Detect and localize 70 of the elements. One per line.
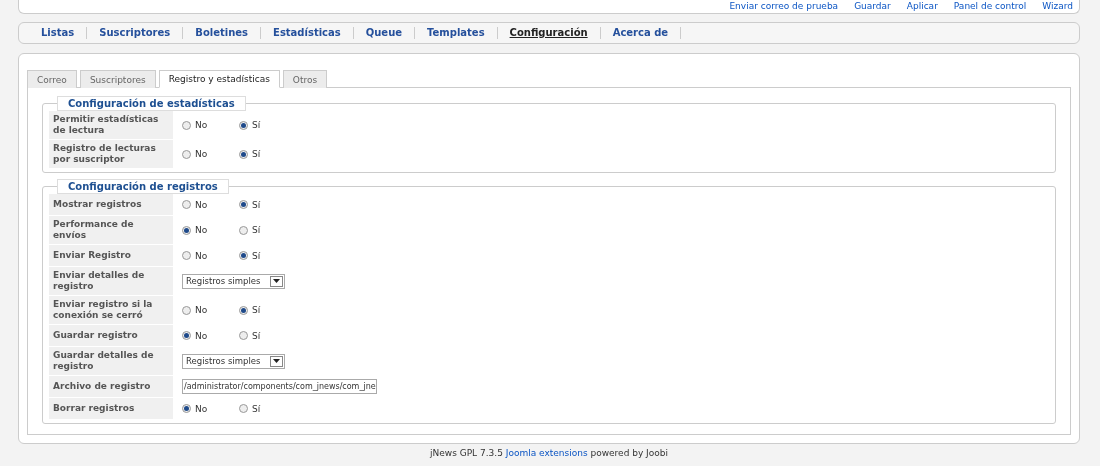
- toolbar-link[interactable]: Wizard: [1042, 1, 1073, 12]
- setting-label: Registro de lecturas por suscriptor: [49, 140, 173, 168]
- setting-label: Borrar registros: [49, 398, 173, 419]
- radio-icon[interactable]: [239, 149, 248, 159]
- setting-label: Performance de envíos: [49, 216, 173, 244]
- tab[interactable]: Correo: [27, 70, 77, 88]
- radio-icon[interactable]: [182, 120, 191, 130]
- radio-icon[interactable]: [239, 225, 248, 235]
- radio-option[interactable]: Sí: [239, 149, 296, 159]
- fieldset-legend: Configuración de estadísticas: [57, 96, 246, 111]
- toolbar-link[interactable]: Guardar: [854, 1, 891, 12]
- radio-icon[interactable]: [182, 200, 191, 209]
- radio-icon[interactable]: [239, 200, 248, 209]
- radio-option[interactable]: No: [182, 225, 239, 235]
- footer-text: jNews GPL 7.3.5: [430, 448, 504, 458]
- radio-option[interactable]: No: [182, 403, 239, 414]
- radio-option[interactable]: Sí: [239, 120, 296, 130]
- radio-icon[interactable]: [239, 404, 248, 413]
- radio-option[interactable]: Sí: [239, 403, 296, 414]
- setting-label: Guardar detalles de registro: [49, 347, 173, 375]
- setting-label: Guardar registro: [49, 325, 173, 346]
- nav-link[interactable]: Templates: [415, 27, 498, 39]
- radio-icon[interactable]: [182, 251, 191, 260]
- nav-link[interactable]: Estadísticas: [261, 27, 354, 39]
- radio-option[interactable]: Sí: [239, 225, 296, 235]
- nav-link[interactable]: Listas: [29, 27, 88, 39]
- toolbar-link[interactable]: Enviar correo de prueba: [729, 1, 839, 12]
- input-field[interactable]: /administrator/components/com_jnews/com_jne: [182, 379, 377, 394]
- radio-icon[interactable]: [239, 331, 248, 340]
- nav-link[interactable]: Boletines: [183, 27, 262, 39]
- radio-option[interactable]: No: [182, 250, 239, 261]
- fieldset-legend: Configuración de registros: [57, 179, 229, 194]
- caret-icon: [270, 355, 283, 367]
- radio-option[interactable]: No: [182, 305, 239, 315]
- setting-label: Enviar detalles de registro: [49, 267, 173, 295]
- radio-icon[interactable]: [182, 149, 191, 159]
- radio-icon[interactable]: [239, 305, 248, 315]
- radio-option[interactable]: No: [182, 330, 239, 341]
- radio-icon[interactable]: [182, 331, 191, 340]
- radio-option[interactable]: No: [182, 120, 239, 130]
- setting-label: Enviar Registro: [49, 245, 173, 266]
- setting-label: Permitir estadísticas de lectura: [49, 111, 173, 139]
- nav-link[interactable]: Acerca de: [600, 27, 682, 39]
- radio-icon[interactable]: [182, 225, 191, 235]
- footer-link[interactable]: Joomla extensions: [505, 448, 588, 458]
- nav-link[interactable]: Configuración: [497, 27, 601, 39]
- radio-icon[interactable]: [182, 305, 191, 315]
- radio-icon[interactable]: [182, 404, 191, 413]
- nav-link[interactable]: Suscriptores: [87, 27, 184, 39]
- dropdown[interactable]: Registros simples: [182, 273, 285, 289]
- radio-icon[interactable]: [239, 120, 248, 130]
- setting-label: Enviar registro si la conexión se cerró: [49, 296, 173, 324]
- footer-text: powered by Joobi: [590, 448, 668, 458]
- radio-option[interactable]: Sí: [239, 250, 296, 261]
- tab[interactable]: Registro y estadísticas: [158, 70, 280, 88]
- nav-link[interactable]: Queue: [353, 27, 416, 39]
- caret-icon: [270, 275, 283, 287]
- radio-icon[interactable]: [239, 251, 248, 260]
- radio-option[interactable]: Sí: [239, 305, 296, 315]
- radio-option[interactable]: No: [182, 149, 239, 159]
- tab[interactable]: Suscriptores: [79, 70, 156, 88]
- toolbar-link[interactable]: Panel de control: [953, 1, 1027, 12]
- setting-label: Archivo de registro: [49, 376, 173, 397]
- radio-option[interactable]: Sí: [239, 199, 296, 210]
- toolbar-link[interactable]: Aplicar: [906, 1, 938, 12]
- radio-option[interactable]: Sí: [239, 330, 296, 341]
- dropdown[interactable]: Registros simples: [182, 353, 285, 369]
- setting-label: Mostrar registros: [49, 194, 173, 215]
- tab[interactable]: Otros: [282, 70, 328, 88]
- radio-option[interactable]: No: [182, 199, 239, 210]
